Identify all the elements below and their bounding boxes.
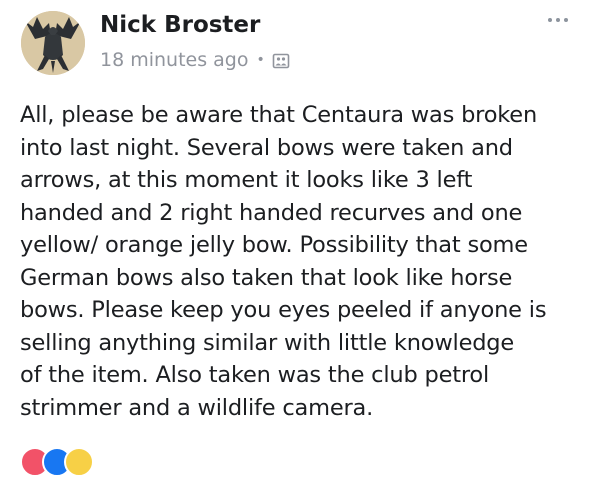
- reactions-summary[interactable]: [20, 447, 94, 477]
- post-text-line: bows. Please keep you eyes peeled if any…: [20, 297, 547, 323]
- group-photo-icon[interactable]: [272, 51, 290, 69]
- post-text-line: handed and 2 right handed recurves and o…: [20, 199, 523, 226]
- dragon-avatar-icon: [21, 11, 85, 75]
- post-meta: 18 minutes ago •: [100, 47, 290, 73]
- avatar[interactable]: [21, 11, 85, 75]
- post-body: All, please be aware that Centaura was b…: [20, 99, 580, 424]
- post-text-line: strimmer and a wildlife camera.: [20, 394, 374, 421]
- author-name[interactable]: Nick Broster: [100, 10, 260, 40]
- more-options-icon[interactable]: [548, 18, 568, 22]
- meta-separator: •: [256, 52, 265, 68]
- post-text-line: arrows, at this moment it looks like 3 l…: [20, 167, 473, 193]
- post-text-line: of the item. Also taken was the club pet…: [20, 362, 490, 388]
- more-dot: [564, 18, 568, 22]
- post-text-line: All, please be aware that Centaura was b…: [20, 102, 538, 128]
- post-timestamp[interactable]: 18 minutes ago: [100, 47, 249, 73]
- more-dot: [556, 18, 560, 22]
- more-dot: [548, 18, 552, 22]
- post-text-line: into last night. Several bows were taken…: [20, 134, 513, 161]
- haha-reaction-icon: [64, 447, 94, 477]
- post-text-line: German bows also taken that look like ho…: [20, 264, 513, 291]
- post-text-line: yellow/ orange jelly bow. Possibility th…: [20, 232, 528, 258]
- post-text-line: selling anything similar with little kno…: [20, 329, 515, 356]
